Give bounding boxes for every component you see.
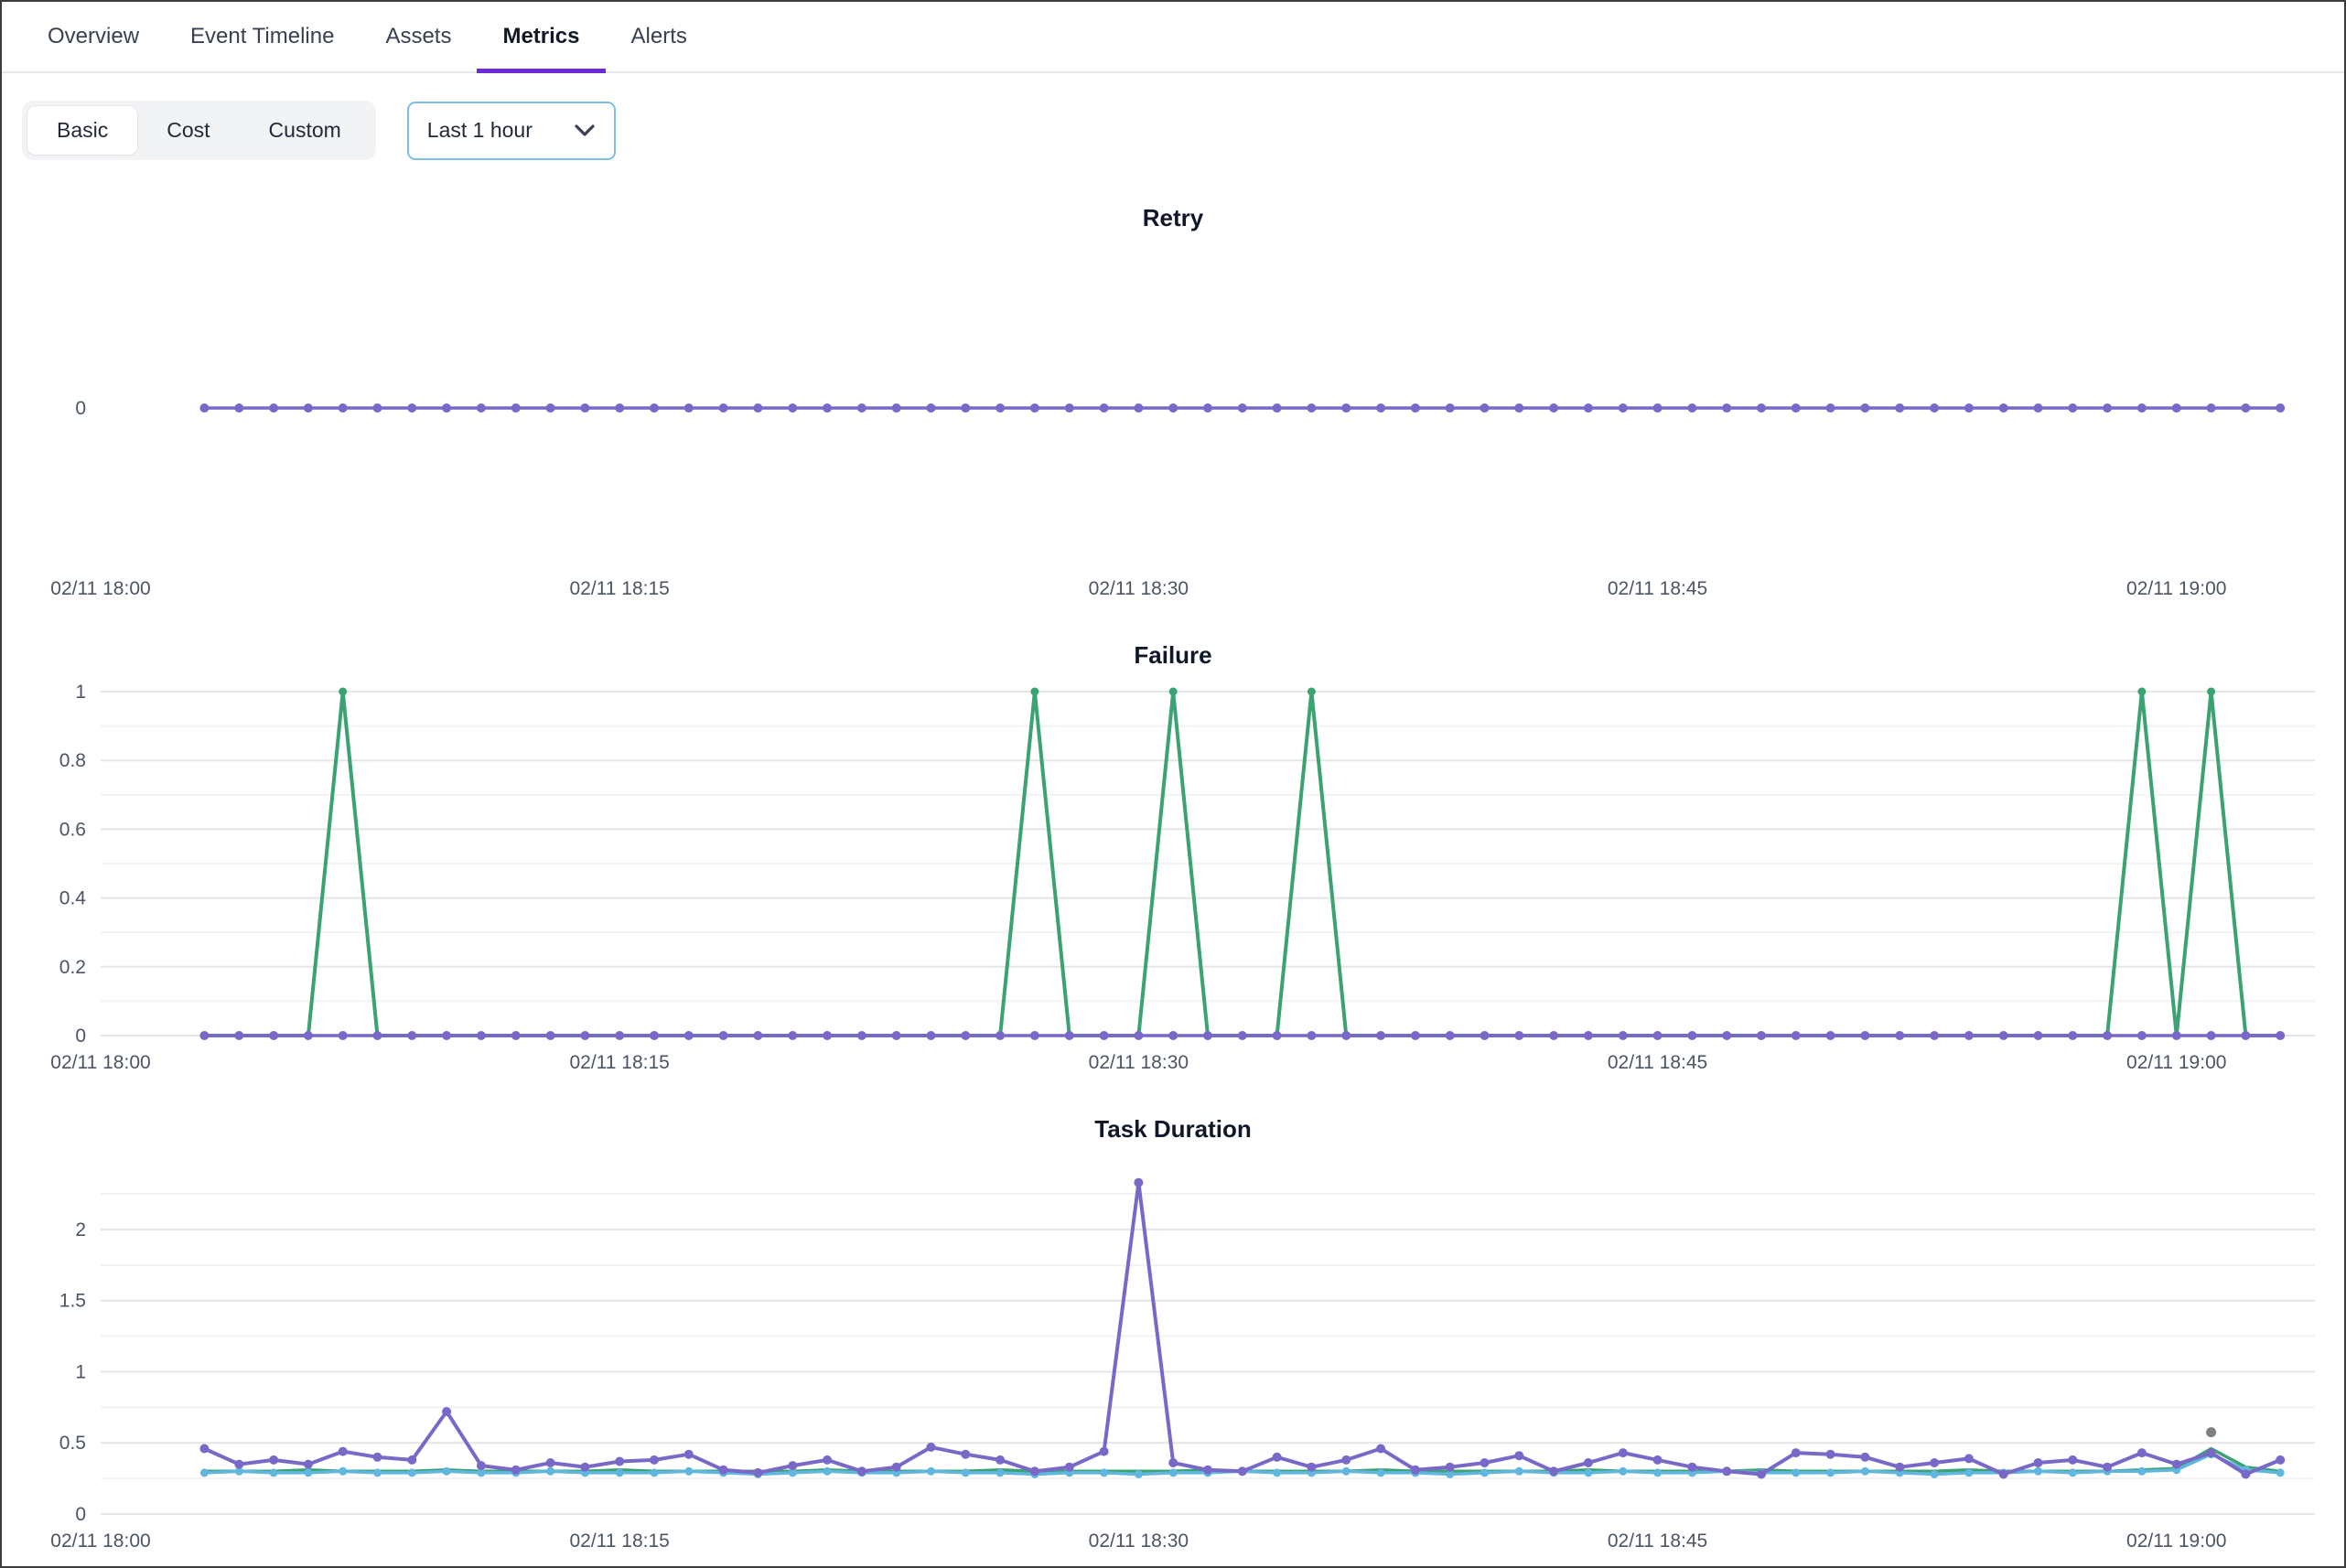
retry-chart-title: Retry (2, 204, 2344, 232)
task-duration-chart-title: Task Duration (2, 1115, 2344, 1144)
time-range-select[interactable]: Last 1 hour (407, 102, 616, 160)
tab-event-timeline[interactable]: Event Timeline (165, 2, 360, 71)
svg-text:2: 2 (75, 1219, 86, 1240)
svg-text:02/11 19:00: 02/11 19:00 (2126, 1530, 2226, 1552)
failure-chart: Failure 0 0.2 0.4 0.6 0.8 1 02/11 18:00 02/11 1… (2, 641, 2344, 1084)
svg-text:02/11 18:15: 02/11 18:15 (569, 578, 669, 599)
time-range-value: Last 1 hour (427, 118, 533, 143)
svg-text:1.5: 1.5 (59, 1291, 86, 1312)
chevron-down-icon (574, 124, 596, 137)
page-tabbar: Overview Event Timeline Assets Metrics A… (2, 2, 2344, 73)
svg-text:02/11 19:00: 02/11 19:00 (2126, 1052, 2226, 1073)
retry-chart: Retry 0 02/11 18:00 02/11 18:15 02/11 18:30… (2, 204, 2344, 610)
segment-custom[interactable]: Custom (240, 106, 371, 155)
tab-assets[interactable]: Assets (360, 2, 477, 71)
task-duration-chart-plot: 0 0.5 1 1.5 2 02/11 18:00 02/11 18:15 02/11 18:… (9, 1151, 2337, 1563)
svg-text:02/11 18:45: 02/11 18:45 (1608, 1530, 1707, 1552)
segment-basic[interactable]: Basic (27, 106, 137, 155)
svg-text:1: 1 (75, 1361, 86, 1382)
svg-text:02/11 18:30: 02/11 18:30 (1089, 578, 1189, 599)
retry-chart-plot: 0 02/11 18:00 02/11 18:15 02/11 18:30 02/11 … (9, 240, 2337, 610)
svg-text:02/11 18:15: 02/11 18:15 (569, 1052, 669, 1073)
failure-chart-plot: 0 0.2 0.4 0.6 0.8 1 02/11 18:00 02/11 18:15 02/1… (9, 677, 2337, 1084)
svg-text:0: 0 (75, 1026, 86, 1047)
tab-metrics[interactable]: Metrics (477, 2, 605, 71)
svg-text:02/11 18:15: 02/11 18:15 (569, 1530, 669, 1552)
svg-text:02/11 18:45: 02/11 18:45 (1608, 578, 1707, 599)
svg-text:02/11 18:30: 02/11 18:30 (1089, 1530, 1189, 1552)
svg-text:0.4: 0.4 (59, 888, 87, 909)
metrics-type-segmented-control: Basic Cost Custom (22, 101, 376, 160)
svg-text:0.2: 0.2 (59, 957, 86, 978)
tab-overview[interactable]: Overview (22, 2, 165, 71)
svg-text:02/11 18:00: 02/11 18:00 (50, 1052, 150, 1073)
svg-text:02/11 19:00: 02/11 19:00 (2126, 578, 2226, 599)
task-duration-chart: Task Duration 0 0.5 1 1.5 2 02/11 18:00 02/11 … (2, 1115, 2344, 1563)
svg-text:02/11 18:00: 02/11 18:00 (50, 1530, 150, 1552)
svg-text:02/11 18:00: 02/11 18:00 (50, 578, 150, 599)
svg-text:0: 0 (75, 398, 86, 419)
tab-alerts[interactable]: Alerts (606, 2, 713, 71)
segment-cost[interactable]: Cost (137, 106, 239, 155)
svg-text:02/11 18:30: 02/11 18:30 (1089, 1052, 1189, 1073)
svg-text:0.8: 0.8 (59, 750, 86, 771)
svg-text:0.6: 0.6 (59, 819, 86, 840)
metrics-page: { "tabs": { "items": [ { "label": "Overv… (0, 0, 2346, 1568)
svg-text:1: 1 (75, 682, 86, 703)
svg-text:0: 0 (75, 1504, 86, 1525)
metrics-controls: Basic Cost Custom Last 1 hour (2, 73, 2344, 166)
svg-text:02/11 18:45: 02/11 18:45 (1608, 1052, 1707, 1073)
svg-text:0.5: 0.5 (59, 1433, 86, 1454)
failure-chart-title: Failure (2, 641, 2344, 670)
